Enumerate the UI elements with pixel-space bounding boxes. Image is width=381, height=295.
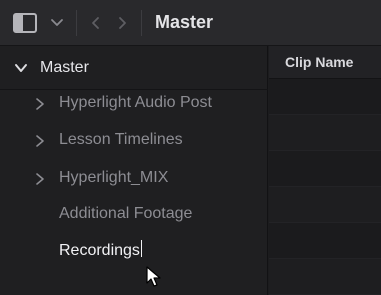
table-row[interactable] xyxy=(269,79,381,115)
column-header-label: Clip Name xyxy=(285,54,354,70)
mouse-pointer-icon xyxy=(146,266,161,287)
bin-item-label: Hyperlight Audio Post xyxy=(59,94,212,111)
toolbar-divider xyxy=(141,10,142,36)
bin-rename-input[interactable]: Recordings xyxy=(59,240,142,260)
table-row[interactable] xyxy=(269,115,381,151)
bin-root-master[interactable]: Master xyxy=(0,46,268,90)
bin-item-label: Additional Footage xyxy=(59,205,193,222)
clip-list: Clip Name xyxy=(269,46,381,295)
chevron-right-icon[interactable] xyxy=(34,172,46,186)
bin-item-recordings[interactable]: Recordings xyxy=(0,233,267,267)
page-title: Master xyxy=(155,12,214,32)
table-row[interactable] xyxy=(269,151,381,187)
sidebar-pane-glyph xyxy=(15,15,23,31)
chevron-down-icon[interactable] xyxy=(48,14,66,32)
bin-item-label: Lesson Timelines xyxy=(59,131,183,148)
bin-item-additional-footage[interactable]: Additional Footage xyxy=(0,198,267,232)
bin-root-label: Master xyxy=(40,59,89,76)
chevron-left-icon[interactable] xyxy=(88,14,104,32)
toolbar-divider xyxy=(76,10,77,36)
chevron-down-icon[interactable] xyxy=(14,61,28,75)
table-row[interactable] xyxy=(269,223,381,259)
media-pool-window: Master Master Hyperlight Audio Post Less… xyxy=(0,0,381,295)
table-row[interactable] xyxy=(269,187,381,223)
bin-item-lesson-timelines[interactable]: Lesson Timelines xyxy=(0,124,267,158)
bin-item-hyperlight-mix[interactable]: Hyperlight_MIX xyxy=(0,162,267,196)
sidebar-toggle-icon[interactable] xyxy=(13,13,37,33)
chevron-right-icon[interactable] xyxy=(34,134,46,148)
toolbar: Master xyxy=(0,0,381,46)
bin-rename-text: Recordings xyxy=(59,242,140,259)
bin-item-label: Hyperlight_MIX xyxy=(59,169,169,186)
chevron-right-icon[interactable] xyxy=(34,97,46,111)
table-row[interactable] xyxy=(269,259,381,295)
bin-sidebar: Master Hyperlight Audio Post Lesson Time… xyxy=(0,46,268,295)
bin-item-hyperlight-audio-post[interactable]: Hyperlight Audio Post xyxy=(0,87,267,121)
chevron-right-icon[interactable] xyxy=(114,14,130,32)
text-caret xyxy=(140,240,142,257)
column-header-clip-name[interactable]: Clip Name xyxy=(269,46,381,79)
